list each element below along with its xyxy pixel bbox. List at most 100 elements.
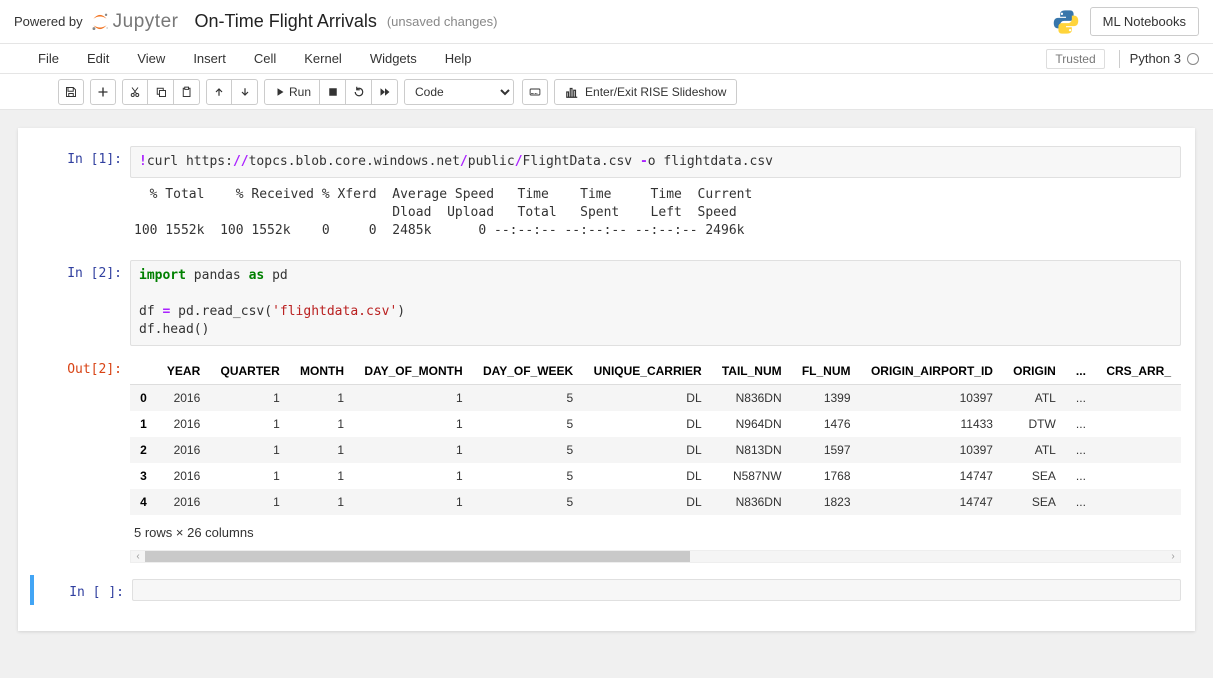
kernel-name[interactable]: Python 3 — [1130, 51, 1181, 66]
move-down-button[interactable] — [232, 79, 258, 105]
df-cell: 1 — [210, 463, 290, 489]
df-row-index: 1 — [130, 411, 157, 437]
rise-slideshow-button[interactable]: Enter/Exit RISE Slideshow — [554, 79, 737, 105]
table-row: 020161115DLN836DN139910397ATL... — [130, 385, 1181, 412]
df-column-header: UNIQUE_CARRIER — [583, 358, 711, 385]
kernel-status-icon[interactable] — [1187, 53, 1199, 65]
out-prompt: Out[2]: — [32, 356, 130, 563]
df-cell — [1096, 463, 1181, 489]
df-cell: 5 — [473, 437, 584, 463]
run-icon — [273, 86, 285, 98]
df-cell: N964DN — [712, 411, 792, 437]
save-button[interactable] — [58, 79, 84, 105]
code-input[interactable]: import pandas as pd df = pd.read_csv('fl… — [130, 260, 1181, 346]
interrupt-button[interactable] — [320, 79, 346, 105]
login-button[interactable]: ML Notebooks — [1090, 7, 1199, 36]
code-cell-1[interactable]: In [1]: !curl https://topcs.blob.core.wi… — [30, 142, 1183, 248]
df-cell — [1096, 489, 1181, 515]
df-column-header: FL_NUM — [792, 358, 861, 385]
df-cell: DTW — [1003, 411, 1066, 437]
bar-chart-icon — [565, 85, 579, 99]
df-cell: 1 — [210, 385, 290, 412]
code-input[interactable] — [132, 579, 1181, 601]
code-input[interactable]: !curl https://topcs.blob.core.windows.ne… — [130, 146, 1181, 178]
df-cell: 1 — [290, 437, 354, 463]
df-column-header: CRS_ARR_ — [1096, 358, 1181, 385]
df-cell: DL — [583, 489, 711, 515]
df-cell: ... — [1066, 489, 1096, 515]
cut-button[interactable] — [122, 79, 148, 105]
menu-insert[interactable]: Insert — [193, 51, 226, 66]
df-row-index: 2 — [130, 437, 157, 463]
df-column-header: ORIGIN_AIRPORT_ID — [861, 358, 1003, 385]
code-cell-3[interactable]: In [ ]: — [30, 575, 1183, 605]
df-cell: SEA — [1003, 463, 1066, 489]
df-cell: 1823 — [792, 489, 861, 515]
toolbar: Run Code Enter/Exit RISE Slideshow — [0, 74, 1213, 110]
command-palette-button[interactable] — [522, 79, 548, 105]
paste-button[interactable] — [174, 79, 200, 105]
df-cell: 1 — [354, 385, 473, 412]
df-cell: 1597 — [792, 437, 861, 463]
df-cell — [1096, 437, 1181, 463]
copy-button[interactable] — [148, 79, 174, 105]
menubar: File Edit View Insert Cell Kernel Widget… — [0, 44, 1213, 74]
df-cell: 1 — [354, 489, 473, 515]
df-cell: 2016 — [157, 385, 211, 412]
notebook-title[interactable]: On-Time Flight Arrivals — [194, 11, 376, 32]
horizontal-scrollbar[interactable]: ‹ › — [130, 550, 1181, 563]
celltype-select[interactable]: Code — [404, 79, 514, 105]
df-row-index: 0 — [130, 385, 157, 412]
dataframe-table: YEARQUARTERMONTHDAY_OF_MONTHDAY_OF_WEEKU… — [130, 358, 1181, 515]
df-cell: DL — [583, 411, 711, 437]
in-prompt: In [2]: — [32, 260, 130, 346]
dataframe-summary: 5 rows × 26 columns — [130, 515, 1181, 546]
jupyter-word: Jupyter — [113, 11, 179, 33]
df-column-header: DAY_OF_MONTH — [354, 358, 473, 385]
menu-edit[interactable]: Edit — [87, 51, 109, 66]
df-cell: 11433 — [861, 411, 1003, 437]
df-cell: 2016 — [157, 463, 211, 489]
powered-by-label: Powered by — [14, 14, 83, 29]
menu-file[interactable]: File — [38, 51, 59, 66]
jupyter-icon — [89, 11, 111, 33]
restart-button[interactable] — [346, 79, 372, 105]
menu-help[interactable]: Help — [445, 51, 472, 66]
trusted-indicator[interactable]: Trusted — [1046, 49, 1104, 69]
df-column-header: TAIL_NUM — [712, 358, 792, 385]
df-cell: ... — [1066, 437, 1096, 463]
df-cell: N813DN — [712, 437, 792, 463]
scroll-right-arrow[interactable]: › — [1166, 551, 1180, 562]
jupyter-logo[interactable]: Jupyter — [89, 11, 179, 33]
df-cell: 10397 — [861, 437, 1003, 463]
run-button[interactable]: Run — [264, 79, 320, 105]
code-cell-2[interactable]: In [2]: import pandas as pd df = pd.read… — [30, 256, 1183, 350]
menu-view[interactable]: View — [137, 51, 165, 66]
scroll-left-arrow[interactable]: ‹ — [131, 551, 145, 562]
df-cell — [1096, 385, 1181, 412]
table-row: 220161115DLN813DN159710397ATL... — [130, 437, 1181, 463]
df-cell: DL — [583, 385, 711, 412]
df-cell: 1 — [354, 463, 473, 489]
notebook: In [1]: !curl https://topcs.blob.core.wi… — [18, 128, 1195, 631]
menu-cell[interactable]: Cell — [254, 51, 276, 66]
df-row-index: 4 — [130, 489, 157, 515]
restart-run-all-button[interactable] — [372, 79, 398, 105]
df-cell: 1 — [210, 411, 290, 437]
df-column-header: DAY_OF_WEEK — [473, 358, 584, 385]
scrollbar-thumb[interactable] — [145, 551, 690, 562]
df-cell: ATL — [1003, 385, 1066, 412]
python-icon — [1052, 8, 1080, 36]
add-cell-button[interactable] — [90, 79, 116, 105]
table-row: 320161115DLN587NW176814747SEA... — [130, 463, 1181, 489]
df-cell: 5 — [473, 489, 584, 515]
df-cell — [1096, 411, 1181, 437]
menu-widgets[interactable]: Widgets — [370, 51, 417, 66]
move-up-button[interactable] — [206, 79, 232, 105]
df-cell: DL — [583, 463, 711, 489]
df-cell: 10397 — [861, 385, 1003, 412]
df-cell: 14747 — [861, 489, 1003, 515]
df-cell: 2016 — [157, 489, 211, 515]
menu-kernel[interactable]: Kernel — [304, 51, 342, 66]
table-row: 120161115DLN964DN147611433DTW... — [130, 411, 1181, 437]
